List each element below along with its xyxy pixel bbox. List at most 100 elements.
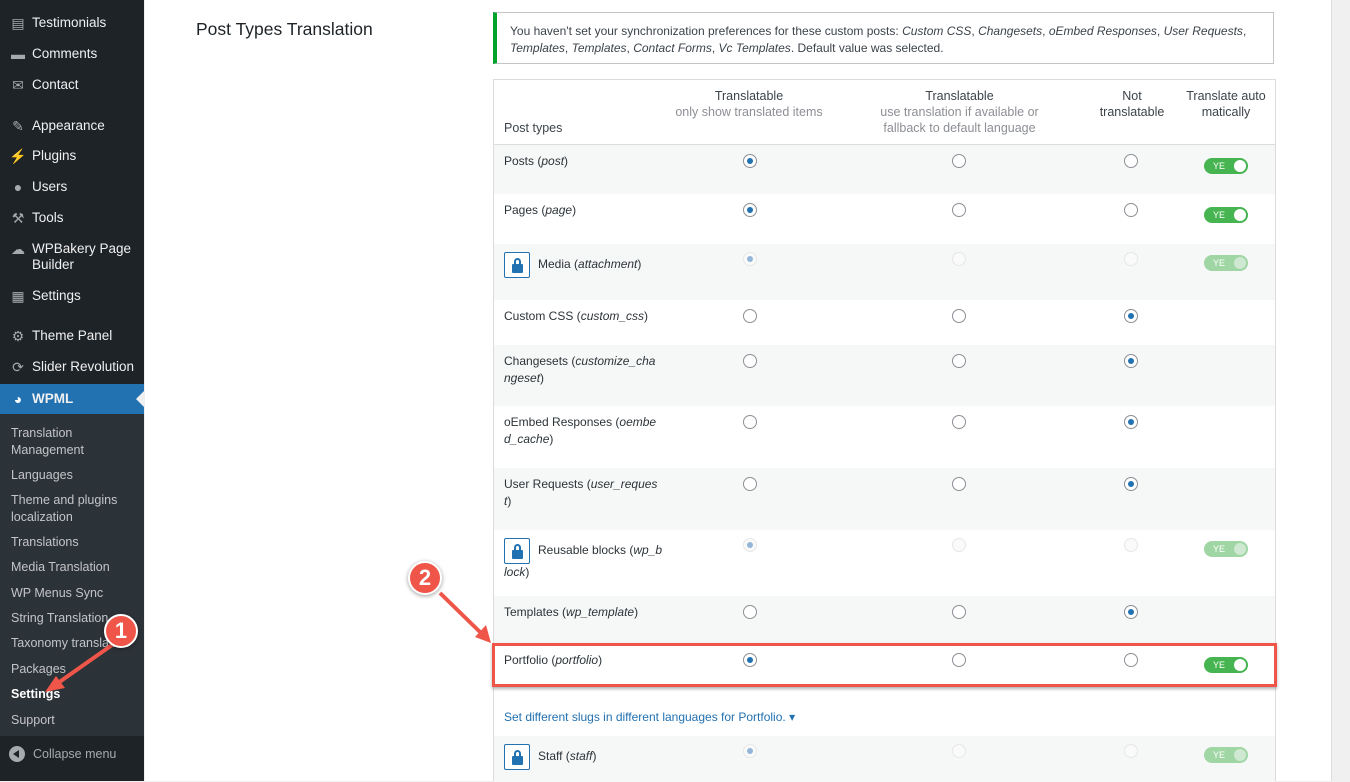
sidebar-item-settings[interactable]: ▦ Settings: [0, 288, 144, 304]
radio-not-translatable[interactable]: [1124, 477, 1138, 491]
sidebar-item-tools[interactable]: ⚒ Tools: [0, 210, 144, 226]
radio-not-translatable[interactable]: [1124, 354, 1138, 368]
table-row: Custom CSS (custom_css): [494, 300, 1275, 345]
post-type-label: oEmbed Responses (: [504, 415, 620, 429]
notice-item: Changesets: [978, 24, 1043, 38]
sidebar-item-wpbakery[interactable]: ☁ WPBakery Page Builder: [0, 241, 144, 273]
sidebar-item-comments[interactable]: ▬ Comments: [0, 46, 144, 62]
submenu-theme-plugins-localization[interactable]: Theme and plugins localization: [11, 492, 141, 525]
radio-not-translatable[interactable]: [1124, 415, 1138, 429]
radio-not-translatable[interactable]: [1124, 203, 1138, 217]
sidebar-item-wpml[interactable]: ◕ WPML: [0, 384, 144, 414]
user-icon: ●: [13, 179, 23, 195]
submenu-translation-management[interactable]: Translation Management: [11, 425, 141, 458]
header-post-types: Post types: [504, 121, 563, 135]
wpml-submenu: Translation Management Languages Theme a…: [0, 414, 144, 736]
radio-translatable-fallback[interactable]: [952, 354, 966, 368]
paintbrush-icon: ✎: [12, 118, 24, 134]
submenu-media-translation[interactable]: Media Translation: [11, 559, 141, 576]
post-type-label: Changesets (: [504, 354, 576, 368]
comment-icon: ▬: [11, 46, 25, 62]
sidebar-item-appearance[interactable]: ✎ Appearance: [0, 118, 144, 134]
current-menu-arrow: [136, 391, 144, 407]
submenu-translations[interactable]: Translations: [11, 534, 141, 551]
post-type-name: Media (attachment): [504, 252, 664, 278]
header-translate-automatically: Translate automatically: [1186, 89, 1266, 119]
wpml-icon: ◕: [13, 391, 23, 407]
submenu-wp-menus-sync[interactable]: WP Menus Sync: [11, 585, 141, 602]
radio-translatable-fallback[interactable]: [952, 154, 966, 168]
refresh-icon: ⟳: [12, 359, 24, 375]
post-type-slug: staff: [569, 749, 593, 764]
lock-icon[interactable]: [504, 252, 530, 278]
notice-item: Vc Templates: [718, 41, 791, 55]
post-type-name: Posts (post): [504, 154, 569, 168]
header-translatable-fallback: Translatable use translation if availabl…: [872, 88, 1047, 136]
radio-translatable-only[interactable]: [743, 154, 757, 168]
header-title: Translatable: [925, 89, 994, 103]
table-row: oEmbed Responses (oembed_cache): [494, 406, 1275, 468]
radio-translatable-fallback[interactable]: [952, 605, 966, 619]
notice-item: Contact Forms: [633, 41, 712, 55]
table-row: Media (attachment) YE: [494, 244, 1275, 300]
post-type-name: Custom CSS (custom_css): [504, 309, 649, 323]
post-type-name: User Requests (user_request): [504, 477, 658, 508]
radio-not-translatable: [1124, 252, 1138, 266]
post-type-label: Staff (: [538, 749, 570, 764]
gear-icon: ⚙: [11, 328, 25, 344]
radio-translatable-only[interactable]: [743, 354, 757, 368]
translate-automatically-toggle: YE: [1204, 541, 1248, 557]
sync-preferences-notice: You haven't set your synchronization pre…: [493, 12, 1274, 64]
sidebar-item-slider-revolution[interactable]: ⟳ Slider Revolution: [0, 359, 144, 375]
annotation-badge-1: 1: [104, 614, 138, 648]
header-subtitle: use translation if available or fallback…: [880, 105, 1039, 135]
lock-icon[interactable]: [504, 538, 530, 564]
radio-translatable-only: [743, 538, 757, 552]
translate-automatically-toggle[interactable]: YE: [1204, 158, 1248, 174]
radio-translatable-only[interactable]: [743, 477, 757, 491]
radio-not-translatable[interactable]: [1124, 309, 1138, 323]
notice-item: Templates: [571, 41, 627, 55]
radio-translatable-fallback[interactable]: [952, 477, 966, 491]
translate-automatically-toggle[interactable]: YE: [1204, 207, 1248, 223]
section-title: Post Types Translation: [196, 19, 373, 39]
post-type-name: Staff (staff): [504, 744, 664, 770]
radio-translatable-only[interactable]: [743, 605, 757, 619]
lock-icon[interactable]: [504, 744, 530, 770]
table-row: Changesets (customize_changeset): [494, 345, 1275, 406]
submenu-settings[interactable]: Settings: [11, 686, 141, 703]
post-type-label: Reusable blocks (: [538, 543, 634, 558]
post-type-slug: attachment: [578, 257, 638, 272]
slug-link-row: Set different slugs in different languag…: [494, 692, 1275, 736]
post-type-label: Media (: [538, 257, 579, 272]
post-type-name: Changesets (customize_changeset): [504, 354, 656, 385]
sidebar-item-testimonials[interactable]: ▤ Testimonials: [0, 15, 144, 31]
notice-item: Custom CSS: [902, 24, 972, 38]
sidebar-item-contact[interactable]: ✉ Contact: [0, 77, 144, 93]
radio-not-translatable[interactable]: [1124, 154, 1138, 168]
sidebar-item-users[interactable]: ● Users: [0, 179, 144, 195]
sidebar-item-theme-panel[interactable]: ⚙ Theme Panel: [0, 328, 144, 344]
header-not-translatable: Not translatable: [1099, 89, 1165, 119]
radio-translatable-fallback[interactable]: [952, 309, 966, 323]
radio-translatable-only: [743, 744, 757, 758]
sidebar-item-plugins[interactable]: ⚡ Plugins: [0, 148, 144, 164]
submenu-packages[interactable]: Packages: [11, 661, 141, 678]
notice-item: oEmbed Responses: [1048, 24, 1157, 38]
radio-translatable-fallback[interactable]: [952, 415, 966, 429]
submenu-languages[interactable]: Languages: [11, 467, 141, 484]
notice-item: Templates: [510, 41, 565, 55]
post-type-label: Templates (: [504, 605, 567, 619]
post-type-slug: page: [545, 203, 573, 217]
radio-translatable-fallback[interactable]: [952, 203, 966, 217]
collapse-menu-button[interactable]: Collapse menu: [0, 738, 144, 770]
different-slugs-link[interactable]: Set different slugs in different languag…: [504, 710, 795, 724]
header-subtitle: only show translated items: [675, 105, 823, 119]
translate-automatically-toggle: YE: [1204, 747, 1248, 763]
radio-translatable-only[interactable]: [743, 415, 757, 429]
radio-translatable-only[interactable]: [743, 203, 757, 217]
submenu-support[interactable]: Support: [11, 712, 141, 729]
radio-translatable-only[interactable]: [743, 309, 757, 323]
cloud-icon: ☁: [11, 241, 25, 257]
radio-not-translatable[interactable]: [1124, 605, 1138, 619]
